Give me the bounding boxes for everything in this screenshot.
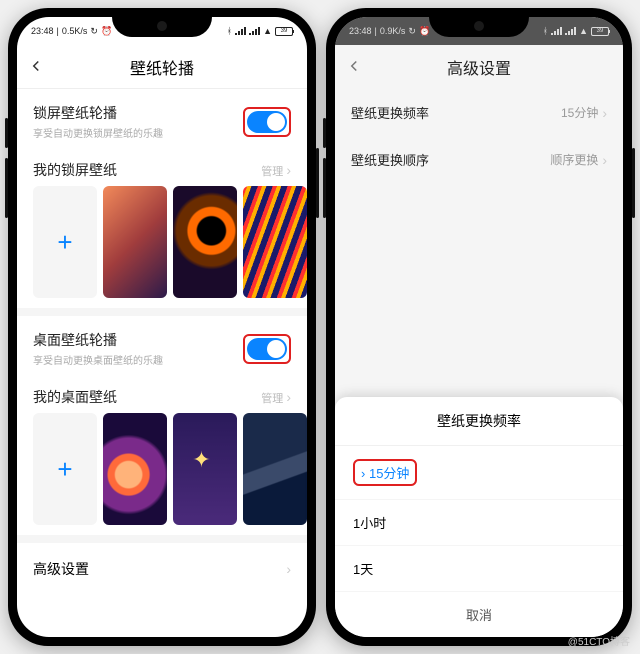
- wallpaper-thumb[interactable]: [103, 413, 167, 525]
- screen: 23:48 | 0.9K/s ↻ ⏰ ᚼ ▲ 39 高级设置 壁纸更换频率 15…: [335, 17, 623, 637]
- option-1day[interactable]: 1天: [335, 546, 623, 592]
- chevron-right-icon: ›: [286, 389, 291, 405]
- chevron-right-icon: ›: [361, 466, 365, 481]
- notch: [112, 17, 212, 37]
- content: 锁屏壁纸轮播 享受自动更换锁屏壁纸的乐趣 我的锁屏壁纸 管理 › +: [17, 89, 307, 637]
- wallpaper-thumb[interactable]: [243, 413, 307, 525]
- advanced-settings-row[interactable]: 高级设置 ›: [17, 543, 307, 595]
- battery-icon: 39: [275, 27, 293, 36]
- desktop-toggle[interactable]: [247, 338, 287, 360]
- wallpaper-thumb[interactable]: [243, 186, 307, 298]
- row-sub: 享受自动更换锁屏壁纸的乐趣: [33, 125, 163, 140]
- highlight-box: [243, 334, 291, 364]
- wallpaper-thumb[interactable]: [103, 186, 167, 298]
- bluetooth-icon: ᚼ: [543, 26, 548, 36]
- signal-icon: [551, 27, 562, 35]
- signal-icon: [249, 27, 260, 35]
- desktop-carousel-row: 桌面壁纸轮播 享受自动更换桌面壁纸的乐趣: [17, 316, 307, 377]
- divider: [17, 535, 307, 543]
- watermark: @51CTO博客: [568, 633, 630, 648]
- alarm-icon: ⏰: [101, 26, 112, 37]
- wallpaper-thumb[interactable]: [173, 186, 237, 298]
- row-label: 高级设置: [33, 559, 89, 579]
- back-button[interactable]: [27, 57, 45, 80]
- option-15min[interactable]: › 15分钟: [335, 446, 623, 500]
- sheet-title: 壁纸更换频率: [335, 397, 623, 446]
- my-lock-wallpapers-row[interactable]: 我的锁屏壁纸 管理 ›: [17, 150, 307, 186]
- back-button[interactable]: [345, 57, 363, 80]
- chevron-right-icon: ›: [602, 152, 607, 168]
- cancel-button[interactable]: 取消: [335, 592, 623, 637]
- side-button: [5, 158, 8, 218]
- sync-icon: ↻: [90, 26, 98, 37]
- chevron-right-icon: ›: [286, 561, 291, 577]
- status-speed: 0.5K/s: [62, 26, 88, 36]
- row-label: 桌面壁纸轮播: [33, 330, 163, 350]
- sync-icon: ↻: [408, 26, 416, 37]
- screen: 23:48 | 0.5K/s ↻ ⏰ ᚼ ▲ 39 壁纸轮播: [17, 17, 307, 637]
- lockscreen-carousel-row: 锁屏壁纸轮播 享受自动更换锁屏壁纸的乐趣: [17, 89, 307, 150]
- row-label: 锁屏壁纸轮播: [33, 103, 163, 123]
- alarm-icon: ⏰: [419, 26, 430, 37]
- lock-wallpaper-thumbs: +: [17, 186, 307, 308]
- signal-icon: [235, 27, 246, 35]
- freq-row[interactable]: 壁纸更换频率 15分钟›: [335, 89, 623, 136]
- divider: [17, 308, 307, 316]
- my-desk-wallpapers-row[interactable]: 我的桌面壁纸 管理 ›: [17, 377, 307, 413]
- row-label: 壁纸更换频率: [351, 103, 429, 122]
- add-wallpaper-button[interactable]: +: [33, 413, 97, 525]
- wifi-icon: ▲: [263, 26, 272, 36]
- side-button: [323, 118, 326, 148]
- wallpaper-thumb[interactable]: ✦: [173, 413, 237, 525]
- signal-icon: [565, 27, 576, 35]
- side-button: [316, 148, 319, 218]
- chevron-right-icon: ›: [286, 162, 291, 178]
- bluetooth-icon: ᚼ: [227, 26, 232, 36]
- page-title: 壁纸轮播: [130, 55, 194, 79]
- option-1hour[interactable]: 1小时: [335, 500, 623, 546]
- wifi-icon: ▲: [579, 26, 588, 36]
- bottom-sheet: 壁纸更换频率 › 15分钟 1小时 1天 取消: [335, 397, 623, 637]
- phone-left: 23:48 | 0.5K/s ↻ ⏰ ᚼ ▲ 39 壁纸轮播: [8, 8, 316, 646]
- side-button: [5, 118, 8, 148]
- row-label: 我的锁屏壁纸: [33, 160, 117, 180]
- row-label: 我的桌面壁纸: [33, 387, 117, 407]
- side-button: [323, 158, 326, 218]
- status-time: 23:48: [31, 26, 54, 36]
- lockscreen-toggle[interactable]: [247, 111, 287, 133]
- manage-link[interactable]: 管理 ›: [261, 162, 291, 179]
- page-title: 高级设置: [447, 55, 511, 79]
- status-time: 23:48: [349, 26, 372, 36]
- highlight-box: [243, 107, 291, 137]
- row-value: 顺序更换: [550, 151, 598, 168]
- desk-wallpaper-thumbs: + ✦: [17, 413, 307, 535]
- row-sub: 享受自动更换桌面壁纸的乐趣: [33, 352, 163, 367]
- header: 高级设置: [335, 45, 623, 89]
- notch: [429, 17, 529, 37]
- row-value: 15分钟: [561, 104, 598, 121]
- header: 壁纸轮播: [17, 45, 307, 89]
- chevron-right-icon: ›: [602, 105, 607, 121]
- side-button: [632, 148, 635, 218]
- phone-right: 23:48 | 0.9K/s ↻ ⏰ ᚼ ▲ 39 高级设置 壁纸更换频率 15…: [326, 8, 632, 646]
- status-speed: 0.9K/s: [380, 26, 406, 36]
- row-label: 壁纸更换顺序: [351, 150, 429, 169]
- battery-icon: 39: [591, 27, 609, 36]
- order-row[interactable]: 壁纸更换顺序 顺序更换›: [335, 136, 623, 183]
- add-wallpaper-button[interactable]: +: [33, 186, 97, 298]
- manage-link[interactable]: 管理 ›: [261, 389, 291, 406]
